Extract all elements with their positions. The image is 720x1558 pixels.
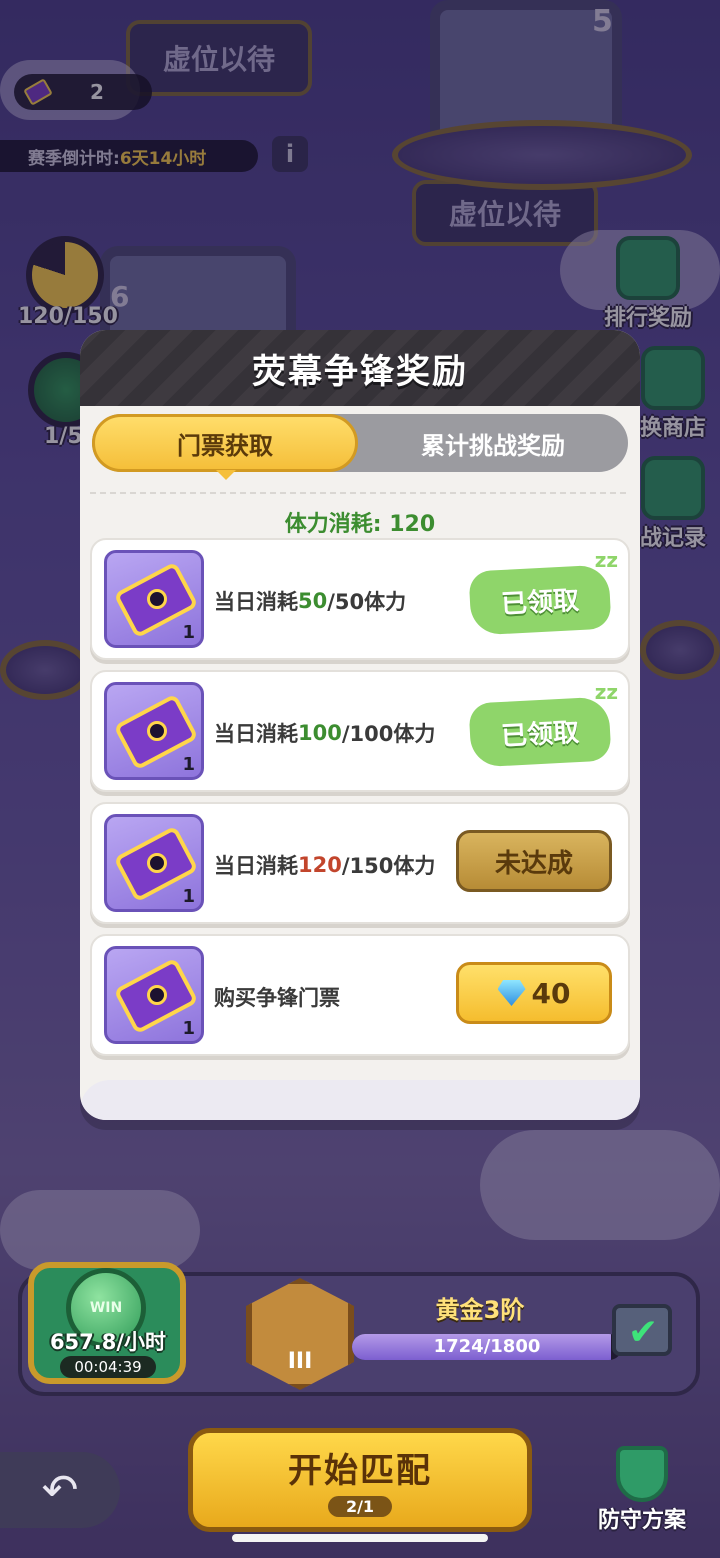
ticket-quantity: 1 xyxy=(182,754,195,775)
sleep-zz-icon: zz xyxy=(594,680,618,704)
win-timer: 00:04:39 xyxy=(60,1356,156,1378)
tab-bar: 门票获取 累计挑战奖励 xyxy=(92,414,628,472)
reward-row: 1 购买争锋门票 40 xyxy=(90,934,630,1056)
start-ticket-count: 2/1 xyxy=(327,1496,393,1517)
start-match-button[interactable]: 开始匹配 2/1 xyxy=(188,1428,532,1532)
reward-condition: 当日消耗 120/150体力 xyxy=(214,853,436,878)
reward-row: 1 当日消耗 100/100体力 已领取 zz xyxy=(90,670,630,792)
ticket-quantity: 1 xyxy=(182,886,195,907)
home-indicator[interactable] xyxy=(232,1534,488,1542)
diamond-icon xyxy=(497,980,526,1006)
modal-header: 荧幕争锋奖励 xyxy=(80,330,640,406)
reward-row: 1 当日消耗 50/50体力 已领取 zz xyxy=(90,538,630,660)
modal-title: 荧幕争锋奖励 xyxy=(252,351,468,392)
active-tab-pointer xyxy=(216,470,236,480)
claimed-stamp: 已领取 xyxy=(468,696,612,768)
not-reached-button[interactable]: 未达成 xyxy=(456,830,612,892)
buy-ticket-label: 购买争锋门票 xyxy=(214,986,340,1010)
divider xyxy=(90,492,626,494)
reward-condition: 当日消耗 100/100体力 xyxy=(214,721,436,746)
stamina-consumed: 体力消耗: 120 xyxy=(284,512,436,537)
reward-row: 1 当日消耗 120/150体力 未达成 xyxy=(90,802,630,924)
buy-price: 40 xyxy=(531,976,571,1010)
consumed-current: 100 xyxy=(298,721,342,745)
ticket-quantity: 1 xyxy=(182,1018,195,1039)
start-match-label: 开始匹配 xyxy=(288,1451,432,1491)
ticket-emblem xyxy=(147,985,167,1005)
back-button[interactable]: ↶ xyxy=(0,1452,120,1528)
modal-footer-cloud xyxy=(80,1080,640,1120)
defense-plan-label: 防守方案 xyxy=(597,1508,686,1533)
ticket-icon: 1 xyxy=(104,682,204,780)
ticket-icon: 1 xyxy=(104,550,204,648)
defense-plan-button[interactable]: 防守方案 xyxy=(592,1446,692,1534)
win-rate: 657.8/小时 xyxy=(49,1330,167,1354)
check-icon: ✔ xyxy=(628,1312,659,1353)
reward-list: 1 当日消耗 50/50体力 已领取 zz 1 当日消耗 100/100体力 已领取… xyxy=(90,538,630,1066)
consumed-current: 50 xyxy=(298,589,328,613)
tab-cumulative-rewards[interactable]: 累计挑战奖励 xyxy=(358,414,628,472)
consumed-current: 120 xyxy=(298,853,342,877)
claimed-stamp: 已领取 xyxy=(468,564,612,636)
reward-condition: 当日消耗 50/50体力 xyxy=(214,589,407,614)
ticket-emblem xyxy=(147,721,167,741)
shield-icon xyxy=(616,1446,668,1502)
reward-modal: 荧幕争锋奖励 门票获取 累计挑战奖励 体力消耗: 120 1 当日消耗 50/50… xyxy=(80,330,640,1120)
ticket-emblem xyxy=(147,853,167,873)
tab-ticket-acquire[interactable]: 门票获取 xyxy=(92,414,358,472)
back-arrow-icon: ↶ xyxy=(41,1464,79,1516)
rank-roman: III xyxy=(287,1349,313,1374)
ticket-icon: 1 xyxy=(104,946,204,1044)
rank-progress-text: 1724/1800 xyxy=(433,1336,541,1357)
ticket-quantity: 1 xyxy=(182,622,195,643)
sleep-zz-icon: zz xyxy=(594,548,618,572)
buy-ticket-button[interactable]: 40 xyxy=(456,962,612,1024)
rank-name: 黄金3阶 xyxy=(435,1296,525,1324)
ticket-icon: 1 xyxy=(104,814,204,912)
ticket-emblem xyxy=(147,589,167,609)
